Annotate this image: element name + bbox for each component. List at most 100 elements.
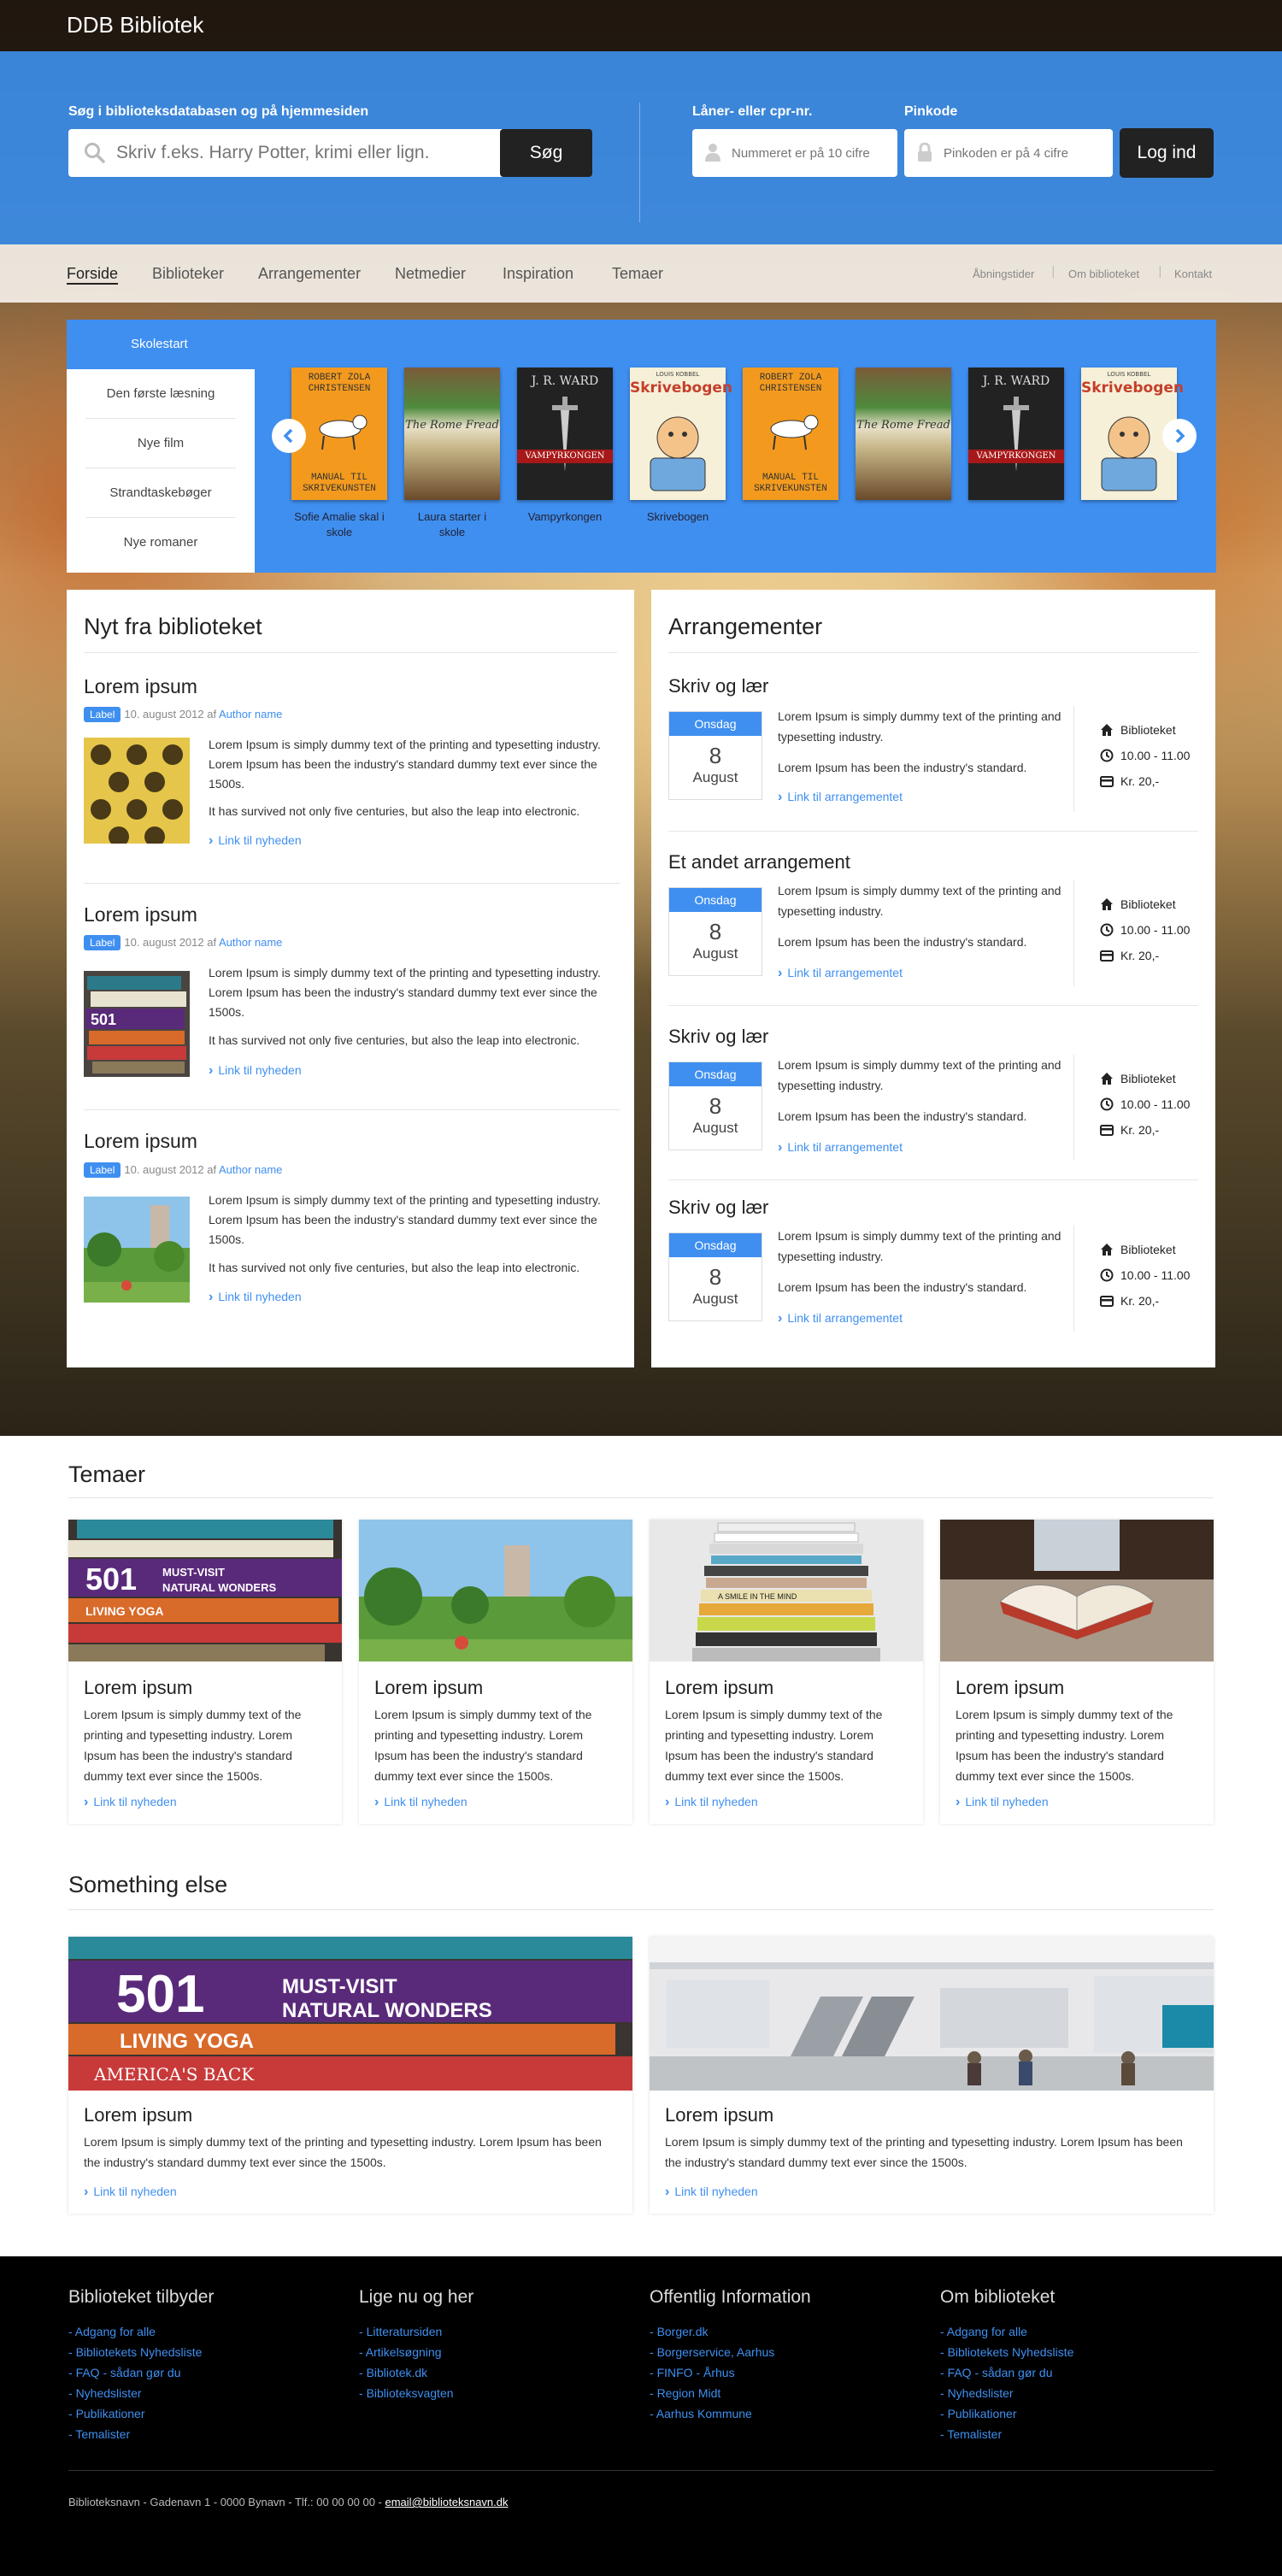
nav-item-inspiration[interactable]: Inspiration bbox=[503, 265, 573, 283]
news-item-title[interactable]: Lorem ipsum bbox=[84, 903, 197, 926]
news-item-meta: Label 10. august 2012 af Author name bbox=[84, 1162, 282, 1178]
news-item-title[interactable]: Lorem ipsum bbox=[84, 1130, 197, 1153]
footer-link[interactable]: - Bibliotekets Nyhedsliste bbox=[68, 2342, 214, 2362]
chevron-right-icon: › bbox=[778, 1311, 783, 1326]
news-item-link[interactable]: › Link til nyheden bbox=[209, 1290, 302, 1305]
footer-link[interactable]: - Borgerservice, Aarhus bbox=[650, 2342, 811, 2362]
search-field[interactable] bbox=[68, 129, 506, 177]
category-item[interactable]: Nye romaner bbox=[85, 518, 236, 568]
event-link[interactable]: › Link til arrangementet bbox=[778, 1311, 903, 1326]
news-item-link[interactable]: › Link til nyheden bbox=[209, 1063, 302, 1079]
book-cover[interactable]: J. R. WARD VAMPYRKONGEN bbox=[968, 368, 1064, 500]
book-cover[interactable]: ROBERT ZOLA CHRISTENSEN MANUAL TIL SKRIV… bbox=[743, 368, 838, 500]
footer-link[interactable]: - Borger.dk bbox=[650, 2321, 811, 2342]
event-title[interactable]: Et andet arrangement bbox=[668, 851, 850, 873]
login-button[interactable]: Log ind bbox=[1120, 128, 1214, 178]
footer-link[interactable]: - FINFO - Århus bbox=[650, 2362, 811, 2383]
news-thumbnail[interactable] bbox=[84, 738, 190, 844]
footer-link[interactable]: - Artikelsøgning bbox=[359, 2342, 473, 2362]
footer-link[interactable]: - Nyhedslister bbox=[940, 2383, 1073, 2403]
site-logo[interactable]: DDB Bibliotek bbox=[67, 12, 203, 38]
pin-input[interactable] bbox=[944, 143, 1103, 163]
nav-item-netmedier[interactable]: Netmedier bbox=[395, 265, 466, 283]
category-item[interactable]: Nye film bbox=[85, 419, 236, 468]
theme-card-link[interactable]: › Link til nyheden bbox=[84, 1795, 177, 1810]
util-link-kontakt[interactable]: Kontakt bbox=[1174, 268, 1212, 280]
top-bar: DDB Bibliotek bbox=[0, 0, 1282, 51]
theme-card-link[interactable]: › Link til nyheden bbox=[374, 1795, 468, 1810]
book-caption[interactable]: Laura starter i skole bbox=[404, 509, 500, 540]
nav-item-biblioteker[interactable]: Biblioteker bbox=[152, 265, 224, 283]
util-link-om-biblioteket[interactable]: Om biblioteket bbox=[1068, 268, 1139, 280]
event-link[interactable]: › Link til arrangementet bbox=[778, 790, 903, 805]
util-link-abningstider[interactable]: Åbningstider bbox=[973, 268, 1034, 280]
book-cover[interactable]: LOUIS KOBBEL Skrivebogen bbox=[630, 368, 732, 500]
event-text: Lorem Ipsum has been the industry's stan… bbox=[778, 935, 1027, 949]
book-cover[interactable]: The Rome Fread bbox=[404, 368, 500, 500]
category-item[interactable]: Den første læsning bbox=[85, 369, 236, 419]
category-item[interactable]: Strandtaskebøger bbox=[85, 468, 236, 518]
feature-card[interactable]: Lorem ipsum Lorem Ipsum is simply dummy … bbox=[650, 1937, 1214, 2214]
book-caption[interactable]: Sofie Amalie skal i skole bbox=[291, 509, 387, 540]
author-link[interactable]: Author name bbox=[219, 936, 282, 949]
feature-card-text: Lorem Ipsum is simply dummy text of the … bbox=[665, 2135, 1183, 2169]
footer-link[interactable]: - Region Midt bbox=[650, 2383, 811, 2403]
event-title[interactable]: Skriv og lær bbox=[668, 1197, 768, 1219]
event-divider bbox=[1073, 1226, 1074, 1332]
theme-card[interactable]: Lorem ipsum Lorem Ipsum is simply dummy … bbox=[359, 1520, 632, 1824]
footer-link[interactable]: - Publikationer bbox=[940, 2403, 1073, 2424]
event-link[interactable]: › Link til arrangementet bbox=[778, 966, 903, 981]
carousel-next-button[interactable] bbox=[1162, 419, 1197, 453]
event-link[interactable]: › Link til arrangementet bbox=[778, 1140, 903, 1156]
cpr-field[interactable] bbox=[692, 129, 897, 177]
theme-card-link[interactable]: › Link til nyheden bbox=[665, 1795, 758, 1810]
theme-card[interactable]: A SMILE IN THE MIND Lorem ipsum Lorem Ip… bbox=[650, 1520, 923, 1824]
book-spine-text: MUST-VISIT bbox=[162, 1566, 225, 1579]
search-input[interactable] bbox=[116, 138, 492, 168]
search-button[interactable]: Søg bbox=[500, 129, 592, 177]
footer-link[interactable]: - FAQ - sådan gør du bbox=[68, 2362, 214, 2383]
footer-link[interactable]: - Publikationer bbox=[68, 2403, 214, 2424]
footer-link[interactable]: - Litteratursiden bbox=[359, 2321, 473, 2342]
tab-skolestart[interactable]: Skolestart bbox=[67, 320, 255, 369]
book-caption[interactable]: Skrivebogen bbox=[630, 509, 726, 525]
event-text: Lorem Ipsum is simply dummy text of the … bbox=[778, 884, 1061, 918]
email-link[interactable]: email@biblioteksnavn.dk bbox=[385, 2496, 509, 2508]
footer-link[interactable]: - Adgang for alle bbox=[68, 2321, 214, 2342]
theme-card[interactable]: Lorem ipsum Lorem Ipsum is simply dummy … bbox=[940, 1520, 1214, 1824]
nav-item-forside[interactable]: Forside bbox=[67, 265, 118, 283]
footer-link[interactable]: - Biblioteksvagten bbox=[359, 2383, 473, 2403]
theme-card-link-label: Link til nyheden bbox=[384, 1795, 468, 1808]
nav-item-temaer[interactable]: Temaer bbox=[612, 265, 663, 283]
cpr-input[interactable] bbox=[732, 143, 891, 163]
author-link[interactable]: Author name bbox=[219, 708, 282, 720]
theme-card-link[interactable]: › Link til nyheden bbox=[956, 1795, 1049, 1810]
news-item-title[interactable]: Lorem ipsum bbox=[84, 675, 197, 698]
footer-link[interactable]: - Adgang for alle bbox=[940, 2321, 1073, 2342]
news-thumbnail[interactable] bbox=[84, 1197, 190, 1303]
event-text: Lorem Ipsum is simply dummy text of the … bbox=[778, 709, 1061, 744]
event-title[interactable]: Skriv og lær bbox=[668, 1026, 768, 1048]
book-cover[interactable]: J. R. WARD VAMPYRKONGEN bbox=[517, 368, 613, 500]
book-caption[interactable]: Vampyrkongen bbox=[517, 509, 613, 525]
news-thumbnail[interactable]: 501 bbox=[84, 971, 190, 1077]
footer-link[interactable]: - Bibliotek.dk bbox=[359, 2362, 473, 2383]
footer-link[interactable]: - FAQ - sådan gør du bbox=[940, 2362, 1073, 2383]
feature-card-link[interactable]: › Link til nyheden bbox=[665, 2185, 758, 2200]
footer-link[interactable]: - Temalister bbox=[940, 2424, 1073, 2444]
footer-link[interactable]: - Nyhedslister bbox=[68, 2383, 214, 2403]
footer-link[interactable]: - Bibliotekets Nyhedsliste bbox=[940, 2342, 1073, 2362]
theme-card[interactable]: 501 MUST-VISIT NATURAL WONDERS LIVING YOGA … bbox=[68, 1520, 342, 1824]
nav-item-arrangementer[interactable]: Arrangementer bbox=[258, 265, 361, 283]
feature-card[interactable]: 501 MUST-VISIT NATURAL WONDERS LIVING YOGA A… bbox=[68, 1937, 632, 2214]
pin-field[interactable] bbox=[904, 129, 1113, 177]
book-cover[interactable]: The Rome Fread bbox=[856, 368, 951, 500]
event-day: 8 bbox=[709, 919, 722, 944]
news-item-link[interactable]: › Link til nyheden bbox=[209, 833, 302, 849]
event-title[interactable]: Skriv og lær bbox=[668, 675, 768, 697]
feature-card-link[interactable]: › Link til nyheden bbox=[84, 2185, 177, 2200]
carousel-prev-button[interactable] bbox=[272, 419, 306, 453]
footer-link[interactable]: - Temalister bbox=[68, 2424, 214, 2444]
footer-link[interactable]: - Aarhus Kommune bbox=[650, 2403, 811, 2424]
author-link[interactable]: Author name bbox=[219, 1163, 282, 1176]
